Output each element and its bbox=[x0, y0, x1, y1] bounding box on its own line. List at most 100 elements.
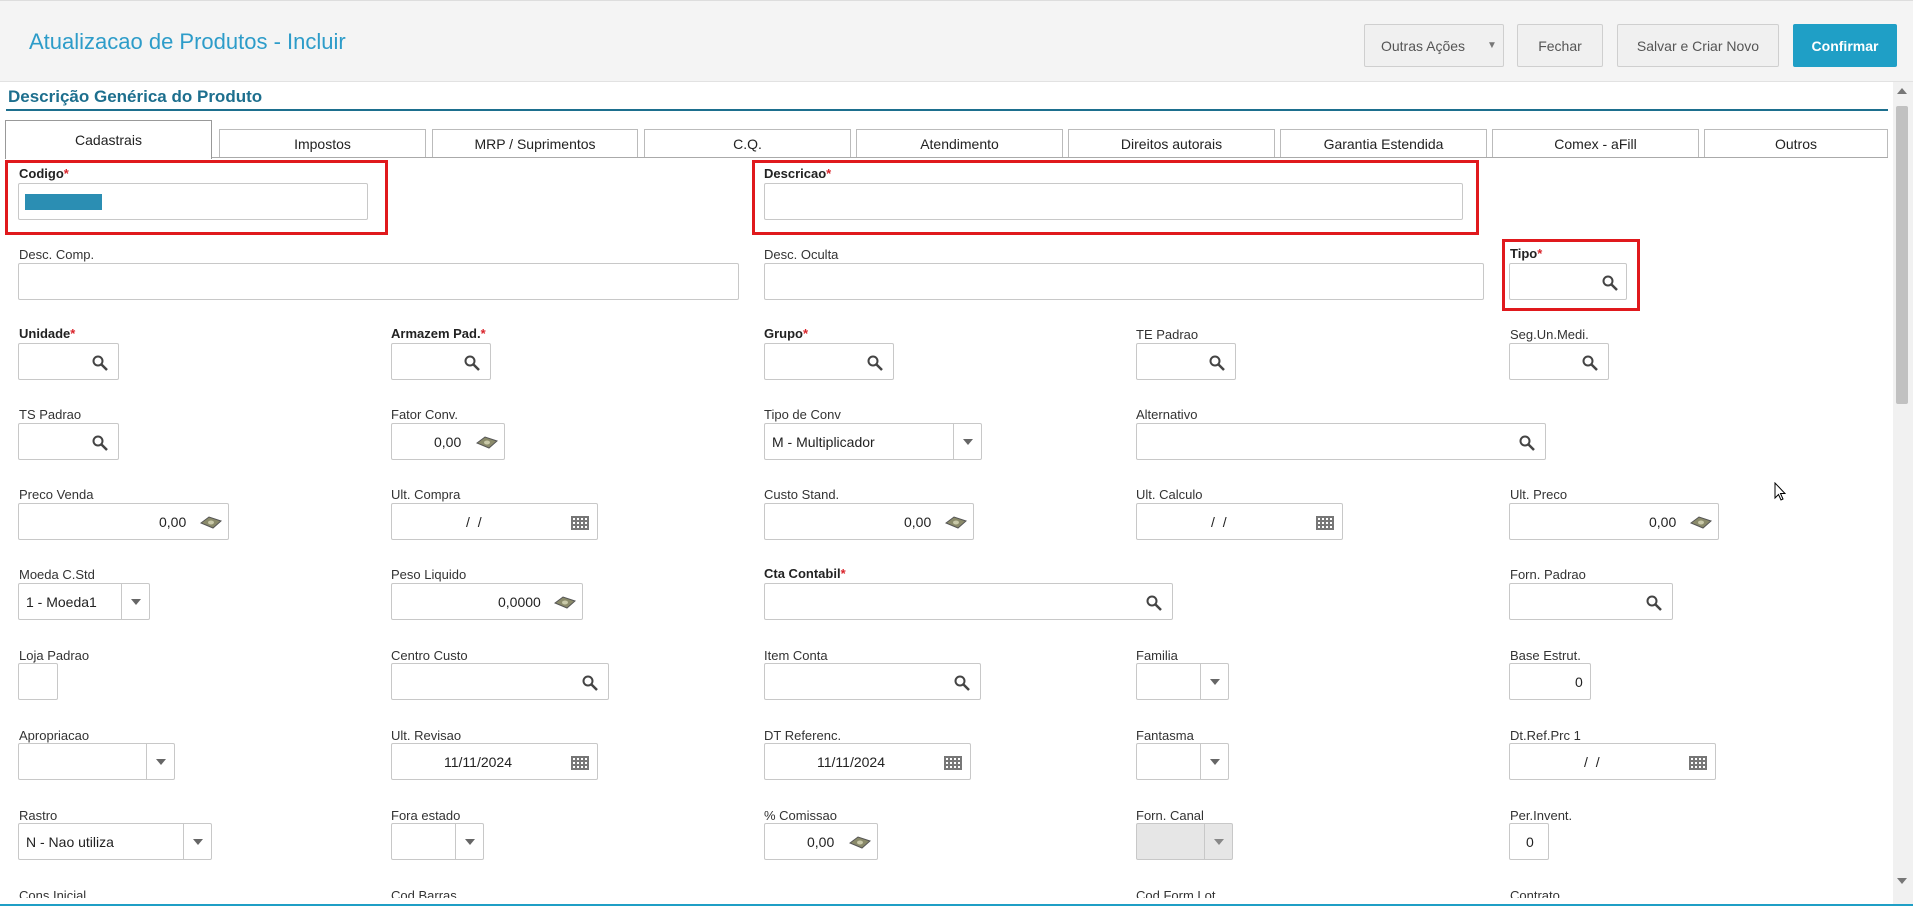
tab-bar: Cadastrais Impostos MRP / Suprimentos C.… bbox=[5, 120, 1888, 159]
cta-contabil-input[interactable] bbox=[764, 583, 1173, 620]
loja-padrao-input[interactable] bbox=[18, 663, 58, 700]
search-icon[interactable] bbox=[1517, 433, 1537, 453]
tab-outros[interactable]: Outros bbox=[1704, 129, 1888, 158]
outras-acoes-button[interactable]: Outras Ações ▼ bbox=[1364, 24, 1504, 67]
cod-form-lot-label: Cod Form Lot bbox=[1136, 888, 1216, 898]
centro-custo-input[interactable] bbox=[391, 663, 609, 700]
search-icon[interactable] bbox=[1144, 593, 1164, 613]
grupo-input[interactable] bbox=[764, 343, 894, 380]
preco-venda-input[interactable]: 0,00 bbox=[18, 503, 229, 540]
tab-cq[interactable]: C.Q. bbox=[644, 129, 851, 158]
calendar-icon[interactable] bbox=[942, 754, 964, 772]
search-icon[interactable] bbox=[952, 673, 972, 693]
fator-conv-label: Fator Conv. bbox=[391, 407, 458, 422]
apropriacao-select[interactable] bbox=[18, 743, 175, 780]
chevron-down-icon[interactable] bbox=[1200, 744, 1228, 779]
money-icon[interactable] bbox=[945, 514, 967, 532]
money-icon[interactable] bbox=[849, 834, 871, 852]
tab-impostos[interactable]: Impostos bbox=[219, 129, 426, 158]
item-conta-input[interactable] bbox=[764, 663, 981, 700]
section-divider bbox=[6, 109, 1888, 111]
ult-compra-label: Ult. Compra bbox=[391, 487, 461, 502]
partial-row: Cons.Inicial Cod Barras Cod Form Lot Con… bbox=[0, 888, 1893, 898]
vertical-scrollbar[interactable] bbox=[1893, 82, 1913, 906]
fora-estado-select[interactable] bbox=[391, 823, 484, 860]
search-icon[interactable] bbox=[1207, 353, 1227, 373]
forn-padrao-input[interactable] bbox=[1509, 583, 1673, 620]
tab-garantia-estendida[interactable]: Garantia Estendida bbox=[1280, 129, 1487, 158]
money-icon[interactable] bbox=[200, 514, 222, 532]
ult-compra-input[interactable]: / / bbox=[391, 503, 598, 540]
chevron-down-icon[interactable] bbox=[183, 824, 211, 859]
calendar-icon[interactable] bbox=[1687, 754, 1709, 772]
fechar-button[interactable]: Fechar bbox=[1517, 24, 1603, 67]
desc-oculta-input[interactable] bbox=[764, 263, 1484, 300]
tab-cadastrais[interactable]: Cadastrais bbox=[5, 120, 212, 159]
armazem-pad-label: Armazem Pad.* bbox=[391, 326, 486, 341]
forn-padrao-label: Forn. Padrao bbox=[1510, 567, 1586, 582]
confirmar-button[interactable]: Confirmar bbox=[1793, 24, 1897, 67]
unidade-input[interactable] bbox=[18, 343, 119, 380]
peso-liquido-input[interactable]: 0,0000 bbox=[391, 583, 583, 620]
seg-un-medi-input[interactable] bbox=[1509, 343, 1609, 380]
money-icon[interactable] bbox=[1690, 514, 1712, 532]
scroll-up-icon[interactable] bbox=[1897, 88, 1907, 94]
search-icon[interactable] bbox=[1580, 353, 1600, 373]
ts-padrao-input[interactable] bbox=[18, 423, 119, 460]
ult-preco-value: 0,00 bbox=[1649, 514, 1677, 530]
tipo-de-conv-select[interactable]: M - Multiplicador bbox=[764, 423, 982, 460]
search-icon[interactable] bbox=[90, 433, 110, 453]
chevron-down-icon[interactable] bbox=[1200, 664, 1228, 699]
ult-revisao-value: 11/11/2024 bbox=[444, 754, 512, 770]
chevron-down-icon[interactable] bbox=[455, 824, 483, 859]
unidade-label: Unidade* bbox=[19, 326, 76, 341]
money-icon[interactable] bbox=[476, 434, 498, 452]
comissao-input[interactable]: 0,00 bbox=[764, 823, 878, 860]
desc-comp-input[interactable] bbox=[18, 263, 739, 300]
rastro-select[interactable]: N - Nao utiliza bbox=[18, 823, 212, 860]
fator-conv-input[interactable]: 0,00 bbox=[391, 423, 505, 460]
chevron-down-icon[interactable] bbox=[121, 584, 149, 619]
search-icon[interactable] bbox=[865, 353, 885, 373]
custo-stand-input[interactable]: 0,00 bbox=[764, 503, 974, 540]
dt-referenc-value: 11/11/2024 bbox=[817, 754, 885, 770]
salvar-criar-novo-button[interactable]: Salvar e Criar Novo bbox=[1617, 24, 1779, 67]
contrato-label: Contrato bbox=[1510, 888, 1560, 898]
desc-oculta-label: Desc. Oculta bbox=[764, 247, 839, 262]
dt-ref-prc1-input[interactable]: / / bbox=[1509, 743, 1716, 780]
comissao-label: % Comissao bbox=[764, 808, 837, 823]
tab-mrp-suprimentos[interactable]: MRP / Suprimentos bbox=[432, 129, 638, 158]
base-estrut-input[interactable]: 0 bbox=[1509, 663, 1591, 700]
seg-un-medi-label: Seg.Un.Medi. bbox=[1510, 327, 1589, 342]
calendar-icon[interactable] bbox=[1314, 514, 1336, 532]
money-icon[interactable] bbox=[554, 594, 576, 612]
scroll-thumb[interactable] bbox=[1896, 106, 1908, 404]
search-icon[interactable] bbox=[1644, 593, 1664, 613]
ult-revisao-input[interactable]: 11/11/2024 bbox=[391, 743, 598, 780]
tab-direitos-autorais[interactable]: Direitos autorais bbox=[1068, 129, 1275, 158]
familia-select[interactable] bbox=[1136, 663, 1229, 700]
tab-comex-afill[interactable]: Comex - aFill bbox=[1492, 129, 1699, 158]
dt-referenc-input[interactable]: 11/11/2024 bbox=[764, 743, 971, 780]
fantasma-select[interactable] bbox=[1136, 743, 1229, 780]
chevron-down-icon[interactable]: ▼ bbox=[1481, 25, 1503, 66]
search-icon[interactable] bbox=[90, 353, 110, 373]
search-icon[interactable] bbox=[462, 353, 482, 373]
te-padrao-input[interactable] bbox=[1136, 343, 1236, 380]
calendar-icon[interactable] bbox=[569, 514, 591, 532]
alternativo-input[interactable] bbox=[1136, 423, 1546, 460]
tab-atendimento[interactable]: Atendimento bbox=[856, 129, 1063, 158]
scroll-down-icon[interactable] bbox=[1897, 878, 1907, 884]
calendar-icon[interactable] bbox=[569, 754, 591, 772]
search-icon[interactable] bbox=[580, 673, 600, 693]
custo-stand-label: Custo Stand. bbox=[764, 487, 840, 502]
ult-calculo-input[interactable]: / / bbox=[1136, 503, 1343, 540]
armazem-pad-input[interactable] bbox=[391, 343, 491, 380]
dt-ref-prc1-value: / / bbox=[1584, 754, 1600, 770]
per-invent-input[interactable]: 0 bbox=[1509, 823, 1549, 860]
chevron-down-icon[interactable] bbox=[953, 424, 981, 459]
ult-preco-input[interactable]: 0,00 bbox=[1509, 503, 1719, 540]
moeda-cstd-select[interactable]: 1 - Moeda1 bbox=[18, 583, 150, 620]
chevron-down-icon[interactable] bbox=[146, 744, 174, 779]
ult-revisao-label: Ult. Revisao bbox=[391, 728, 462, 743]
